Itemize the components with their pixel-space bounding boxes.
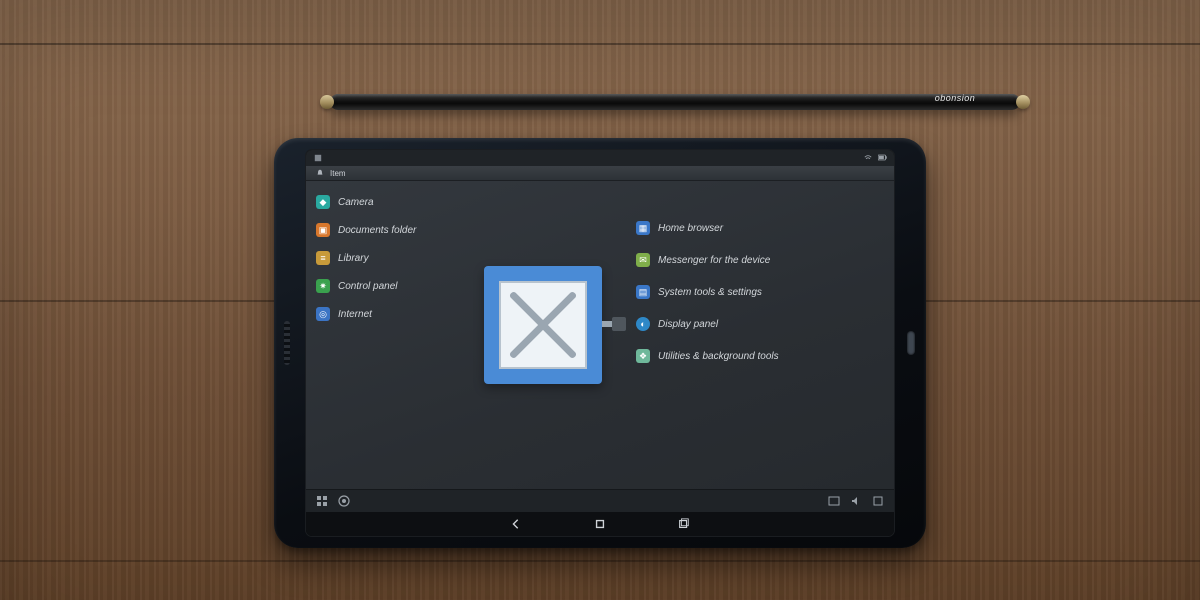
info-item-system-tools[interactable]: ▤ System tools & settings	[636, 285, 779, 299]
close-tile[interactable]	[484, 266, 602, 384]
info-item-label: Display panel	[658, 319, 718, 330]
sidebar-item-documents[interactable]: ▣ Documents folder	[316, 223, 476, 237]
window-title-bar: Item	[306, 166, 894, 181]
status-bar	[306, 150, 894, 166]
info-item-messenger[interactable]: ✉ Messenger for the device	[636, 253, 779, 267]
status-app-icon	[314, 154, 322, 162]
info-list: ▦ Home browser ✉ Messenger for the devic…	[636, 221, 779, 363]
info-item-label: System tools & settings	[658, 287, 762, 298]
wifi-icon	[864, 154, 872, 162]
app-icon: ◎	[316, 307, 330, 321]
nav-back-button[interactable]	[509, 517, 523, 531]
sidebar-item-label: Documents folder	[338, 225, 416, 236]
shield-icon: ❖	[636, 349, 650, 363]
nav-home-button[interactable]	[593, 517, 607, 531]
tile-connector	[602, 321, 622, 327]
window-title: Item	[330, 169, 346, 178]
sidebar-item-label: Control panel	[338, 281, 397, 292]
battery-icon	[878, 154, 886, 162]
sidebar-item-label: Camera	[338, 197, 374, 208]
diamond-icon: ◆	[316, 195, 330, 209]
tablet-screen: Item ◆ Camera ▣ Documents folder ≡ Libra…	[306, 150, 894, 536]
tag-icon: ≡	[316, 251, 330, 265]
info-item-label: Messenger for the device	[658, 255, 770, 266]
speaker-grille	[284, 321, 290, 365]
chat-icon: ✉	[636, 253, 650, 267]
task-bar	[306, 489, 894, 512]
tablet-device: Item ◆ Camera ▣ Documents folder ≡ Libra…	[274, 138, 926, 548]
stylus-pen	[330, 94, 1020, 110]
folder-icon: ▣	[316, 223, 330, 237]
work-area: ◆ Camera ▣ Documents folder ≡ Library ✷ …	[306, 181, 894, 489]
nav-recent-button[interactable]	[677, 517, 691, 531]
info-item-home-browser[interactable]: ▦ Home browser	[636, 221, 779, 235]
info-item-utilities[interactable]: ❖ Utilities & background tools	[636, 349, 779, 363]
close-icon	[499, 281, 587, 369]
sidebar-item-control-panel[interactable]: ✷ Control panel	[316, 279, 476, 293]
info-item-label: Home browser	[658, 223, 723, 234]
tray-window-icon[interactable]	[828, 495, 840, 507]
tray-more-icon[interactable]	[872, 495, 884, 507]
side-home-button[interactable]	[907, 331, 915, 355]
android-nav-bar	[306, 512, 894, 536]
sidebar-item-label: Internet	[338, 309, 372, 320]
globe-icon: ◐	[636, 317, 650, 331]
gear-icon: ✷	[316, 279, 330, 293]
browser-icon[interactable]	[338, 495, 350, 507]
tray-sound-icon[interactable]	[850, 495, 862, 507]
calendar-icon: ▤	[636, 285, 650, 299]
desk-surface: obonsion Item	[0, 0, 1200, 600]
bell-icon	[316, 169, 324, 177]
sidebar-item-camera[interactable]: ◆ Camera	[316, 195, 476, 209]
sidebar-item-library[interactable]: ≡ Library	[316, 251, 476, 265]
start-menu-icon[interactable]	[316, 495, 328, 507]
window-icon: ▦	[636, 221, 650, 235]
info-item-display-panel[interactable]: ◐ Display panel	[636, 317, 779, 331]
sidebar: ◆ Camera ▣ Documents folder ≡ Library ✷ …	[306, 181, 486, 489]
info-item-label: Utilities & background tools	[658, 351, 779, 362]
sidebar-item-internet[interactable]: ◎ Internet	[316, 307, 476, 321]
sidebar-item-label: Library	[338, 253, 369, 264]
